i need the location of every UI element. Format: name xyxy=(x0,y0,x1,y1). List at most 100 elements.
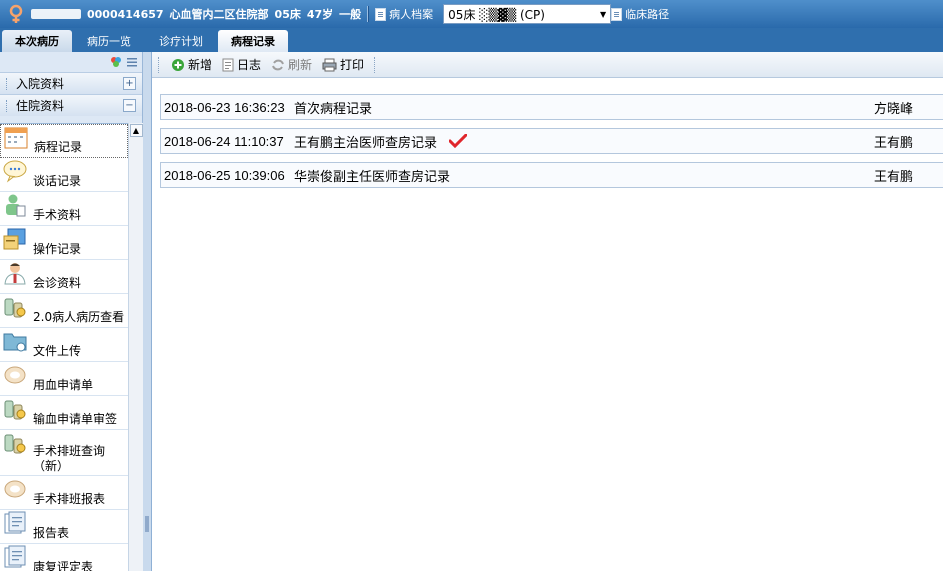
tab-treatment-plan[interactable]: 诊疗计划 xyxy=(146,30,216,52)
toolbar: 新增 日志 刷新 打印 xyxy=(152,52,943,78)
sidebar-item-surgery-data[interactable]: 手术资料 xyxy=(0,192,128,226)
calendar-icon xyxy=(3,126,29,150)
tab-label: 病程记录 xyxy=(231,35,275,48)
sidebar-item-consultation-data[interactable]: 会诊资料 xyxy=(0,260,128,294)
sidebar-scrollbar[interactable]: ▲ xyxy=(128,123,143,571)
sidebar-item-transfusion-approval[interactable]: 输血申请单审签 xyxy=(0,396,128,430)
doctor-icon xyxy=(2,261,28,285)
sidebar-item-label: 康复评定表 xyxy=(33,560,94,571)
sidebar-item-label: 手术资料 xyxy=(33,208,82,222)
sidebar-item-surgery-schedule-report[interactable]: 手术排班报表 xyxy=(0,476,128,510)
patient-archive-link[interactable]: 病人档案 xyxy=(375,6,433,22)
panel-splitter[interactable] xyxy=(143,52,152,571)
record-row[interactable]: 2018-06-23 16:36:23 首次病程记录 方晓峰 xyxy=(160,94,943,120)
section-label: 住院资料 xyxy=(16,99,65,113)
folder-upload-icon xyxy=(2,329,28,353)
new-label: 新增 xyxy=(188,58,213,72)
tab-current-record[interactable]: 本次病历 xyxy=(2,30,72,52)
record-author: 王有鹏 xyxy=(874,134,914,150)
record-row[interactable]: 2018-06-25 10:39:06 华崇俊副主任医师查房记录 王有鹏 xyxy=(160,162,943,188)
dropdown-arrow-icon: ▼ xyxy=(600,9,607,19)
tab-label: 诊疗计划 xyxy=(159,35,203,48)
record-title: 华崇俊副主任医师查房记录 xyxy=(294,168,451,184)
record-time: 2018-06-23 16:36:23 xyxy=(164,99,285,115)
sidebar-item-label: 操作记录 xyxy=(33,242,82,256)
document-icon xyxy=(375,7,387,21)
record-title-cell: 华崇俊副主任医师查房记录 xyxy=(294,166,874,185)
report-icon xyxy=(2,545,28,569)
main-content: 新增 日志 刷新 打印 2018-06-23 16:36:23 首次病程记录 方… xyxy=(152,52,943,571)
record-title: 王有鹏主治医师查房记录 xyxy=(294,134,438,150)
bottles-icon xyxy=(2,397,28,421)
care-level: 一般 xyxy=(339,8,362,21)
record-time: 2018-06-25 10:39:06 xyxy=(164,167,285,183)
sidebar-item-label: 手术排班查询（新） xyxy=(33,444,106,473)
log-icon xyxy=(222,58,234,71)
toolbar-separator xyxy=(374,56,377,73)
section-admission-data[interactable]: 入院资料 + xyxy=(0,72,142,94)
sidebar-item-file-upload[interactable]: 文件上传 xyxy=(0,328,128,362)
toolbar-grip-icon xyxy=(158,56,161,73)
expand-button[interactable]: + xyxy=(123,77,136,90)
sidebar-item-label: 文件上传 xyxy=(33,344,82,358)
tab-label: 本次病历 xyxy=(15,35,59,48)
tab-bar: 本次病历 病历一览 诊疗计划 病程记录 xyxy=(0,28,943,52)
redacted-name xyxy=(31,9,81,19)
record-title-cell: 首次病程记录 xyxy=(294,98,874,117)
signed-check-icon xyxy=(449,134,468,148)
section-hospital-data[interactable]: 住院资料 − xyxy=(0,94,142,116)
refresh-button[interactable]: 刷新 xyxy=(271,56,312,73)
sidebar-item-label: 报告表 xyxy=(33,526,70,540)
add-icon xyxy=(172,58,184,71)
sidebar-item-surgery-schedule-query[interactable]: 手术排班查询（新） xyxy=(0,430,128,476)
print-label: 打印 xyxy=(340,58,365,72)
record-author: 王有鹏 xyxy=(874,168,914,184)
log-button[interactable]: 日志 xyxy=(222,56,261,73)
app-window: 0000414657 心血管内二区住院部 05床 47岁 一般 病人档案 05床… xyxy=(0,0,943,571)
sidebar-tools xyxy=(0,52,142,72)
log-label: 日志 xyxy=(237,58,262,72)
sidebar-item-rehab-assessment[interactable]: 康复评定表 xyxy=(0,544,128,571)
new-button[interactable]: 新增 xyxy=(171,56,212,73)
record-title-cell: 王有鹏主治医师查房记录 xyxy=(294,132,874,151)
printer-icon xyxy=(322,58,337,71)
sidebar-item-label: 输血申请单审签 xyxy=(33,412,118,426)
sidebar-item-label: 谈话记录 xyxy=(33,174,82,188)
patient-age: 47岁 xyxy=(306,8,334,21)
tab-record-overview[interactable]: 病历一览 xyxy=(74,30,144,52)
sidebar-item-progress-notes[interactable]: 病程记录 xyxy=(0,124,128,158)
refresh-label: 刷新 xyxy=(288,58,313,72)
bed-select-value: 05床 ░▒▓▒ (CP) xyxy=(448,7,545,22)
collapse-button[interactable]: − xyxy=(123,99,136,112)
scroll-up-icon[interactable]: ▲ xyxy=(129,124,143,137)
sidebar-item-label: 手术排班报表 xyxy=(33,492,106,506)
sidebar-item-report-form[interactable]: 报告表 xyxy=(0,510,128,544)
sidebar-item-record-viewer[interactable]: 2.0病人病历查看 xyxy=(0,294,128,328)
grip-icon xyxy=(6,77,10,90)
sidebar-nav-list: 病程记录 谈话记录 手术资料 操作记录 会诊资料 2.0病人病历查看 文件上传 … xyxy=(0,123,128,571)
surgeon-icon xyxy=(2,193,28,217)
section-label: 入院资料 xyxy=(16,77,65,91)
bed-number: 05床 xyxy=(274,8,301,21)
sidebar-item-label: 会诊资料 xyxy=(33,276,82,290)
female-gender-icon xyxy=(5,3,27,25)
refresh-icon xyxy=(272,59,284,70)
sidebar-item-blood-request[interactable]: 用血申请单 xyxy=(0,362,128,396)
color-palette-icon[interactable] xyxy=(110,56,122,68)
record-time: 2018-06-24 11:10:37 xyxy=(164,133,284,149)
record-row[interactable]: 2018-06-24 11:10:37 王有鹏主治医师查房记录 王有鹏 xyxy=(160,128,943,154)
clipboard-icon xyxy=(2,227,28,251)
bed-select[interactable]: 05床 ░▒▓▒ (CP) ▼ xyxy=(443,4,612,24)
tab-progress-notes[interactable]: 病程记录 xyxy=(218,30,288,52)
tab-label: 病历一览 xyxy=(87,35,131,48)
sidebar-item-label: 2.0病人病历查看 xyxy=(33,310,125,324)
splitter-handle[interactable] xyxy=(145,516,149,532)
sidebar-item-operation-records[interactable]: 操作记录 xyxy=(0,226,128,260)
print-button[interactable]: 打印 xyxy=(322,56,364,73)
document-icon xyxy=(611,7,623,21)
sidebar-item-label: 病程记录 xyxy=(34,140,83,154)
clinical-path-link[interactable]: 临床路径 xyxy=(611,6,669,22)
sidebar-item-conversation-records[interactable]: 谈话记录 xyxy=(0,158,128,192)
sidebar: 入院资料 + 住院资料 − 病程记录 谈话记录 手术资料 操作记录 会诊资料 2… xyxy=(0,52,143,571)
list-view-icon[interactable] xyxy=(126,56,138,68)
